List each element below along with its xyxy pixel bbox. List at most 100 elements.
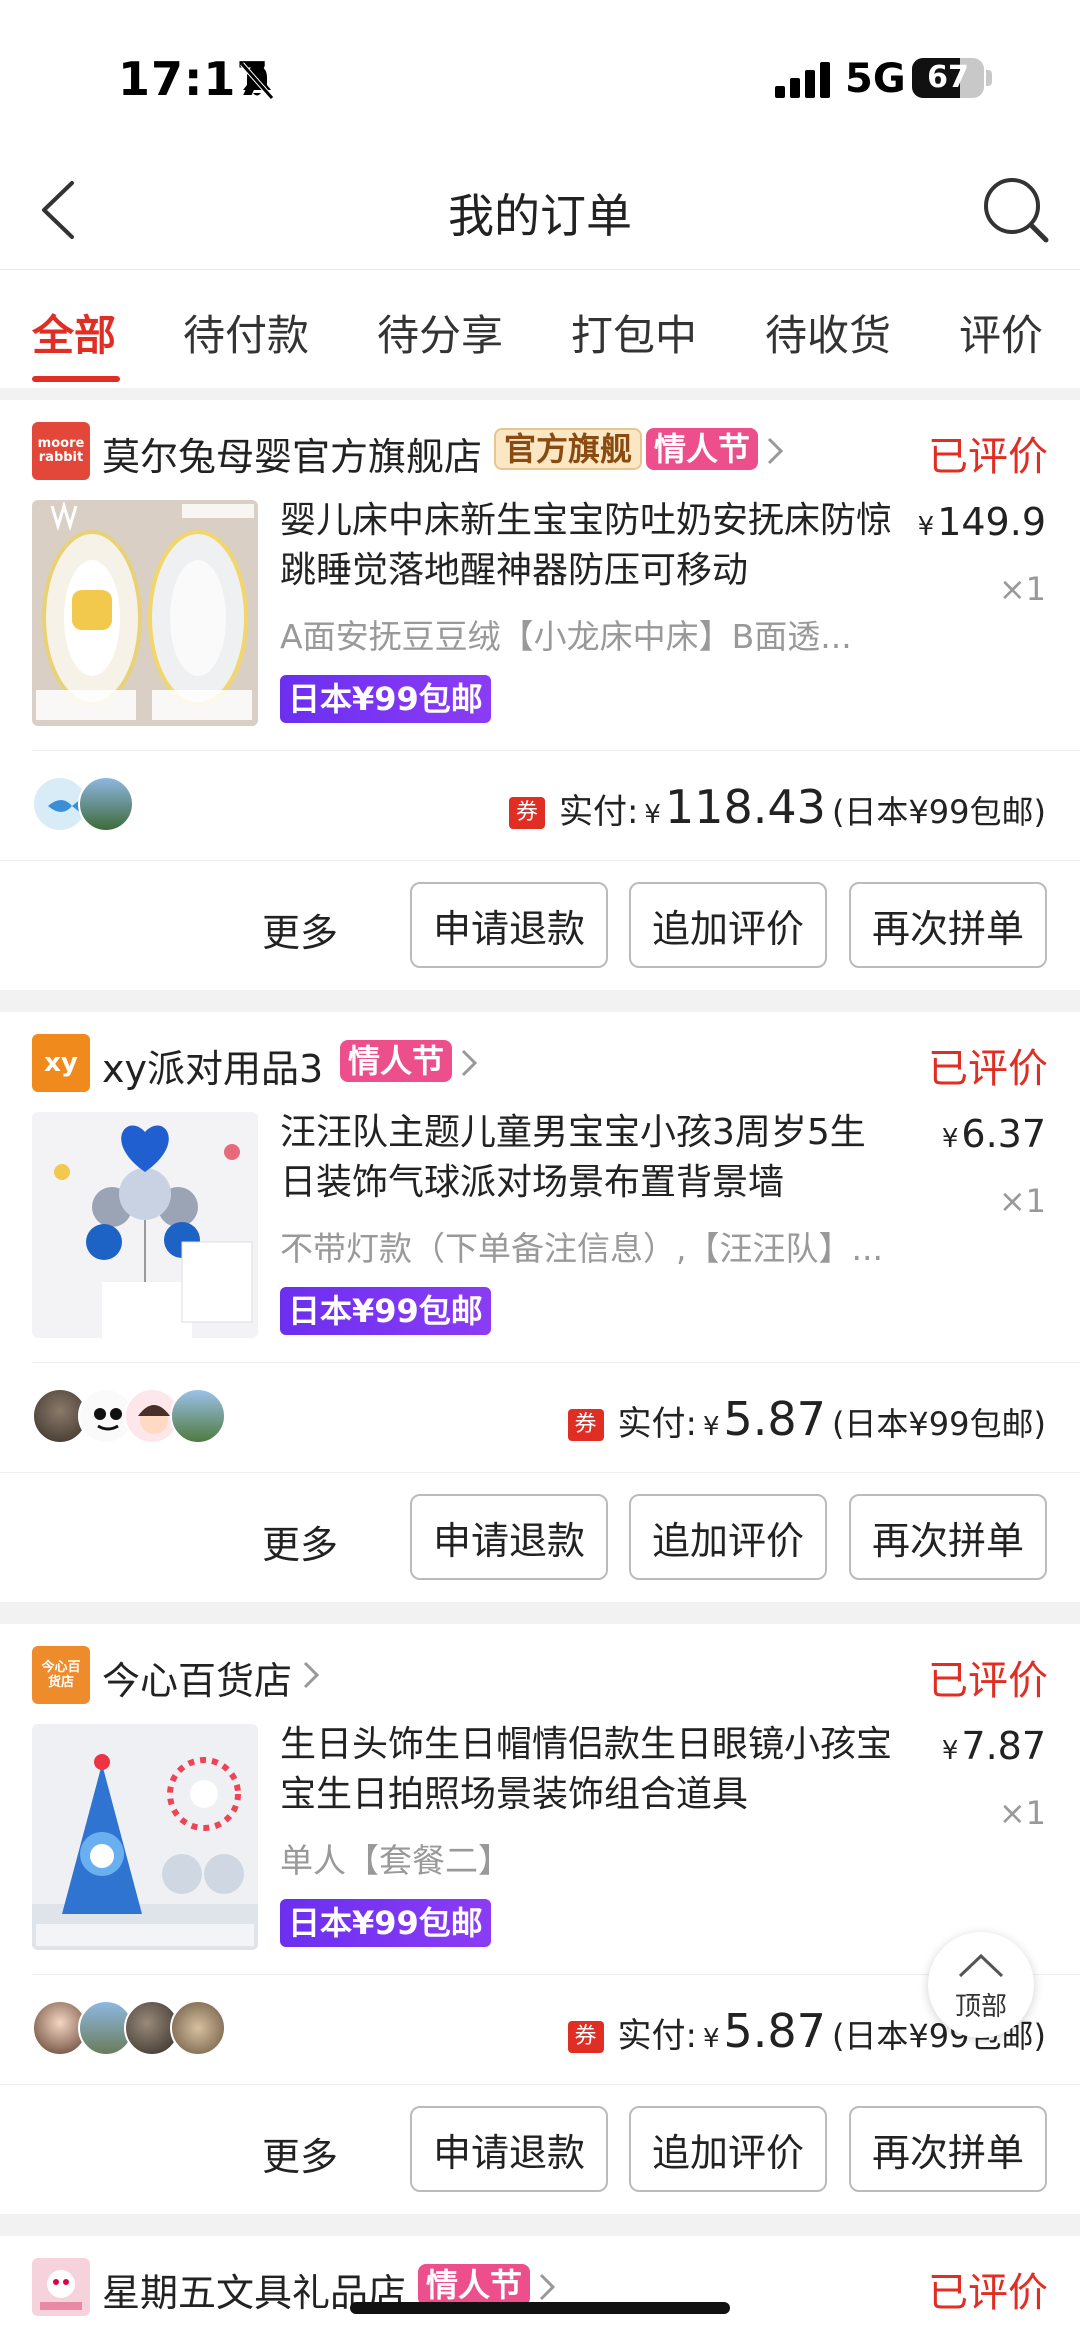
tab-active-underline [32, 376, 120, 382]
request-refund-button[interactable]: 申请退款 [410, 2106, 608, 2192]
product-thumbnail[interactable] [32, 500, 258, 726]
tab-all[interactable]: 全部 [32, 302, 116, 363]
chevron-right-icon[interactable] [538, 2272, 556, 2302]
add-review-button[interactable]: 追加评价 [629, 2106, 827, 2192]
paid-note: (日本¥99包邮) [831, 793, 1046, 831]
divider [0, 860, 1080, 861]
currency-symbol: ¥ [941, 1124, 959, 1154]
shipping-badge: 日本¥99包邮 [280, 675, 491, 723]
paid-amount: 5.87 [723, 1392, 826, 1446]
avatar [170, 2000, 226, 2056]
product-quantity: ×1 [998, 570, 1046, 608]
product-variant: 不带灯款（下单备注信息）,【汪汪队】... [280, 1229, 883, 1268]
shop-logo[interactable]: moore rabbit [32, 422, 90, 480]
shop-logo[interactable]: 今心百货店 [32, 1646, 90, 1704]
reorder-button[interactable]: 再次拼单 [849, 2106, 1047, 2192]
arrow-up-icon [958, 1953, 1004, 1978]
tab-review[interactable]: 评价 [959, 302, 1043, 363]
order-card[interactable]: 星期五文具礼品店 情人节 已评价 [0, 2236, 1080, 2341]
shipping-badge: 日本¥99包邮 [280, 1287, 491, 1335]
avatar [170, 1388, 226, 1444]
add-review-button[interactable]: 追加评价 [629, 1494, 827, 1580]
product-name[interactable]: 生日头饰生日帽情侣款生日眼镜小孩宝宝生日拍照场景装饰组合道具 [280, 1720, 900, 1820]
shop-logo-text: moore rabbit [37, 436, 85, 465]
price-value: 149.9 [937, 500, 1046, 544]
coupon-icon: 券 [508, 797, 545, 829]
shop-name[interactable]: xy派对用品3 [102, 1038, 323, 1093]
currency-symbol: ¥ [941, 1736, 959, 1766]
divider [32, 1362, 1080, 1363]
page-title: 我的订单 [448, 189, 632, 243]
shop-name[interactable]: 今心百货店 [102, 1650, 292, 1705]
add-review-button[interactable]: 追加评价 [629, 882, 827, 968]
divider [0, 2084, 1080, 2085]
order-card[interactable]: 今心百货店 今心百货店 已评价 生日头饰生日帽情侣款生日眼镜小孩宝宝生日拍照场景… [0, 1624, 1080, 2214]
paid-summary: 券 实付: ¥ 118.43 (日本¥99包邮) [508, 780, 1046, 836]
status-bar: 17:17 5G 67 [0, 0, 1080, 150]
cellular-signal-icon [775, 62, 830, 98]
currency-symbol: ¥ [917, 512, 935, 542]
product-name[interactable]: 婴儿床中床新生宝宝防吐奶安抚床防惊跳睡觉落地醒神器防压可移动 [280, 496, 900, 596]
official-flagship-tag: 官方旗舰 [494, 428, 643, 470]
shipping-badge: 日本¥99包邮 [280, 1899, 491, 1947]
divider [32, 750, 1080, 751]
shop-logo[interactable]: xy [32, 1034, 90, 1092]
product-thumbnail[interactable] [32, 1112, 258, 1338]
order-card[interactable]: moore rabbit 莫尔兔母婴官方旗舰店 官方旗舰 情人节 已评价 婴儿床… [0, 400, 1080, 990]
paid-label: 实付: [617, 1404, 697, 1444]
tab-packing[interactable]: 打包中 [571, 302, 697, 363]
reorder-button[interactable]: 再次拼单 [849, 882, 1047, 968]
paid-label: 实付: [558, 792, 639, 832]
valentine-tag: 情人节 [646, 428, 759, 470]
network-type: 5G [845, 56, 906, 102]
bell-muted-icon [240, 62, 274, 100]
group-avatars [32, 2000, 332, 2056]
back-to-top-button[interactable]: 顶部 [928, 1932, 1034, 2038]
battery-icon: 67 [912, 58, 984, 98]
chevron-right-icon[interactable] [766, 436, 784, 466]
valentine-tag: 情人节 [418, 2264, 531, 2306]
request-refund-button[interactable]: 申请退款 [410, 1494, 608, 1580]
product-price: ¥6.37 [942, 1112, 1046, 1156]
price-value: 6.37 [961, 1112, 1046, 1156]
tab-pending-receipt[interactable]: 待收货 [765, 302, 891, 363]
avatar [78, 776, 134, 832]
chevron-right-icon[interactable] [302, 1660, 320, 1690]
currency-symbol: ¥ [644, 800, 661, 830]
paid-note: (日本¥99包邮) [831, 1405, 1046, 1443]
group-avatars [32, 1388, 332, 1444]
product-price: ¥149.9 [918, 500, 1046, 544]
battery-cap [986, 70, 992, 86]
search-icon[interactable] [980, 174, 1052, 246]
group-avatars [32, 776, 332, 832]
order-actions: 更多 申请退款 追加评价 再次拼单 [0, 1494, 1080, 1580]
order-card[interactable]: xy xy派对用品3 情人节 已评价 汪汪队主题儿童男宝宝小孩3周岁5生日装饰气… [0, 1012, 1080, 1602]
paid-amount: 5.87 [723, 2004, 826, 2058]
home-indicator [350, 2302, 730, 2314]
divider [0, 1472, 1080, 1473]
product-name[interactable]: 汪汪队主题儿童男宝宝小孩3周岁5生日装饰气球派对场景布置背景墙 [280, 1108, 900, 1208]
product-variant: A面安抚豆豆绒【小龙床中床】B面透... [280, 617, 852, 656]
request-refund-button[interactable]: 申请退款 [410, 882, 608, 968]
tab-pending-payment[interactable]: 待付款 [183, 302, 309, 363]
more-link[interactable]: 更多 [262, 902, 338, 957]
valentine-tag: 情人节 [340, 1040, 453, 1082]
tab-pending-share[interactable]: 待分享 [377, 302, 503, 363]
shop-logo-text: xy [44, 1048, 78, 1078]
shop-logo[interactable] [32, 2258, 90, 2316]
back-to-top-label: 顶部 [954, 1992, 1007, 2022]
currency-symbol: ¥ [702, 1412, 720, 1442]
product-variant: 单人【套餐二】 [280, 1841, 511, 1880]
nav-bar: 我的订单 [0, 150, 1080, 270]
shop-name[interactable]: 莫尔兔母婴官方旗舰店 [102, 426, 482, 481]
paid-label: 实付: [617, 2016, 697, 2056]
product-thumbnail[interactable] [32, 1724, 258, 1950]
coupon-icon: 券 [567, 1409, 604, 1441]
chevron-right-icon[interactable] [460, 1048, 478, 1078]
battery-percent: 67 [927, 60, 969, 95]
reorder-button[interactable]: 再次拼单 [849, 1494, 1047, 1580]
more-link[interactable]: 更多 [262, 1514, 338, 1569]
more-link[interactable]: 更多 [262, 2126, 338, 2181]
divider [32, 1974, 1080, 1975]
product-price: ¥7.87 [942, 1724, 1046, 1768]
